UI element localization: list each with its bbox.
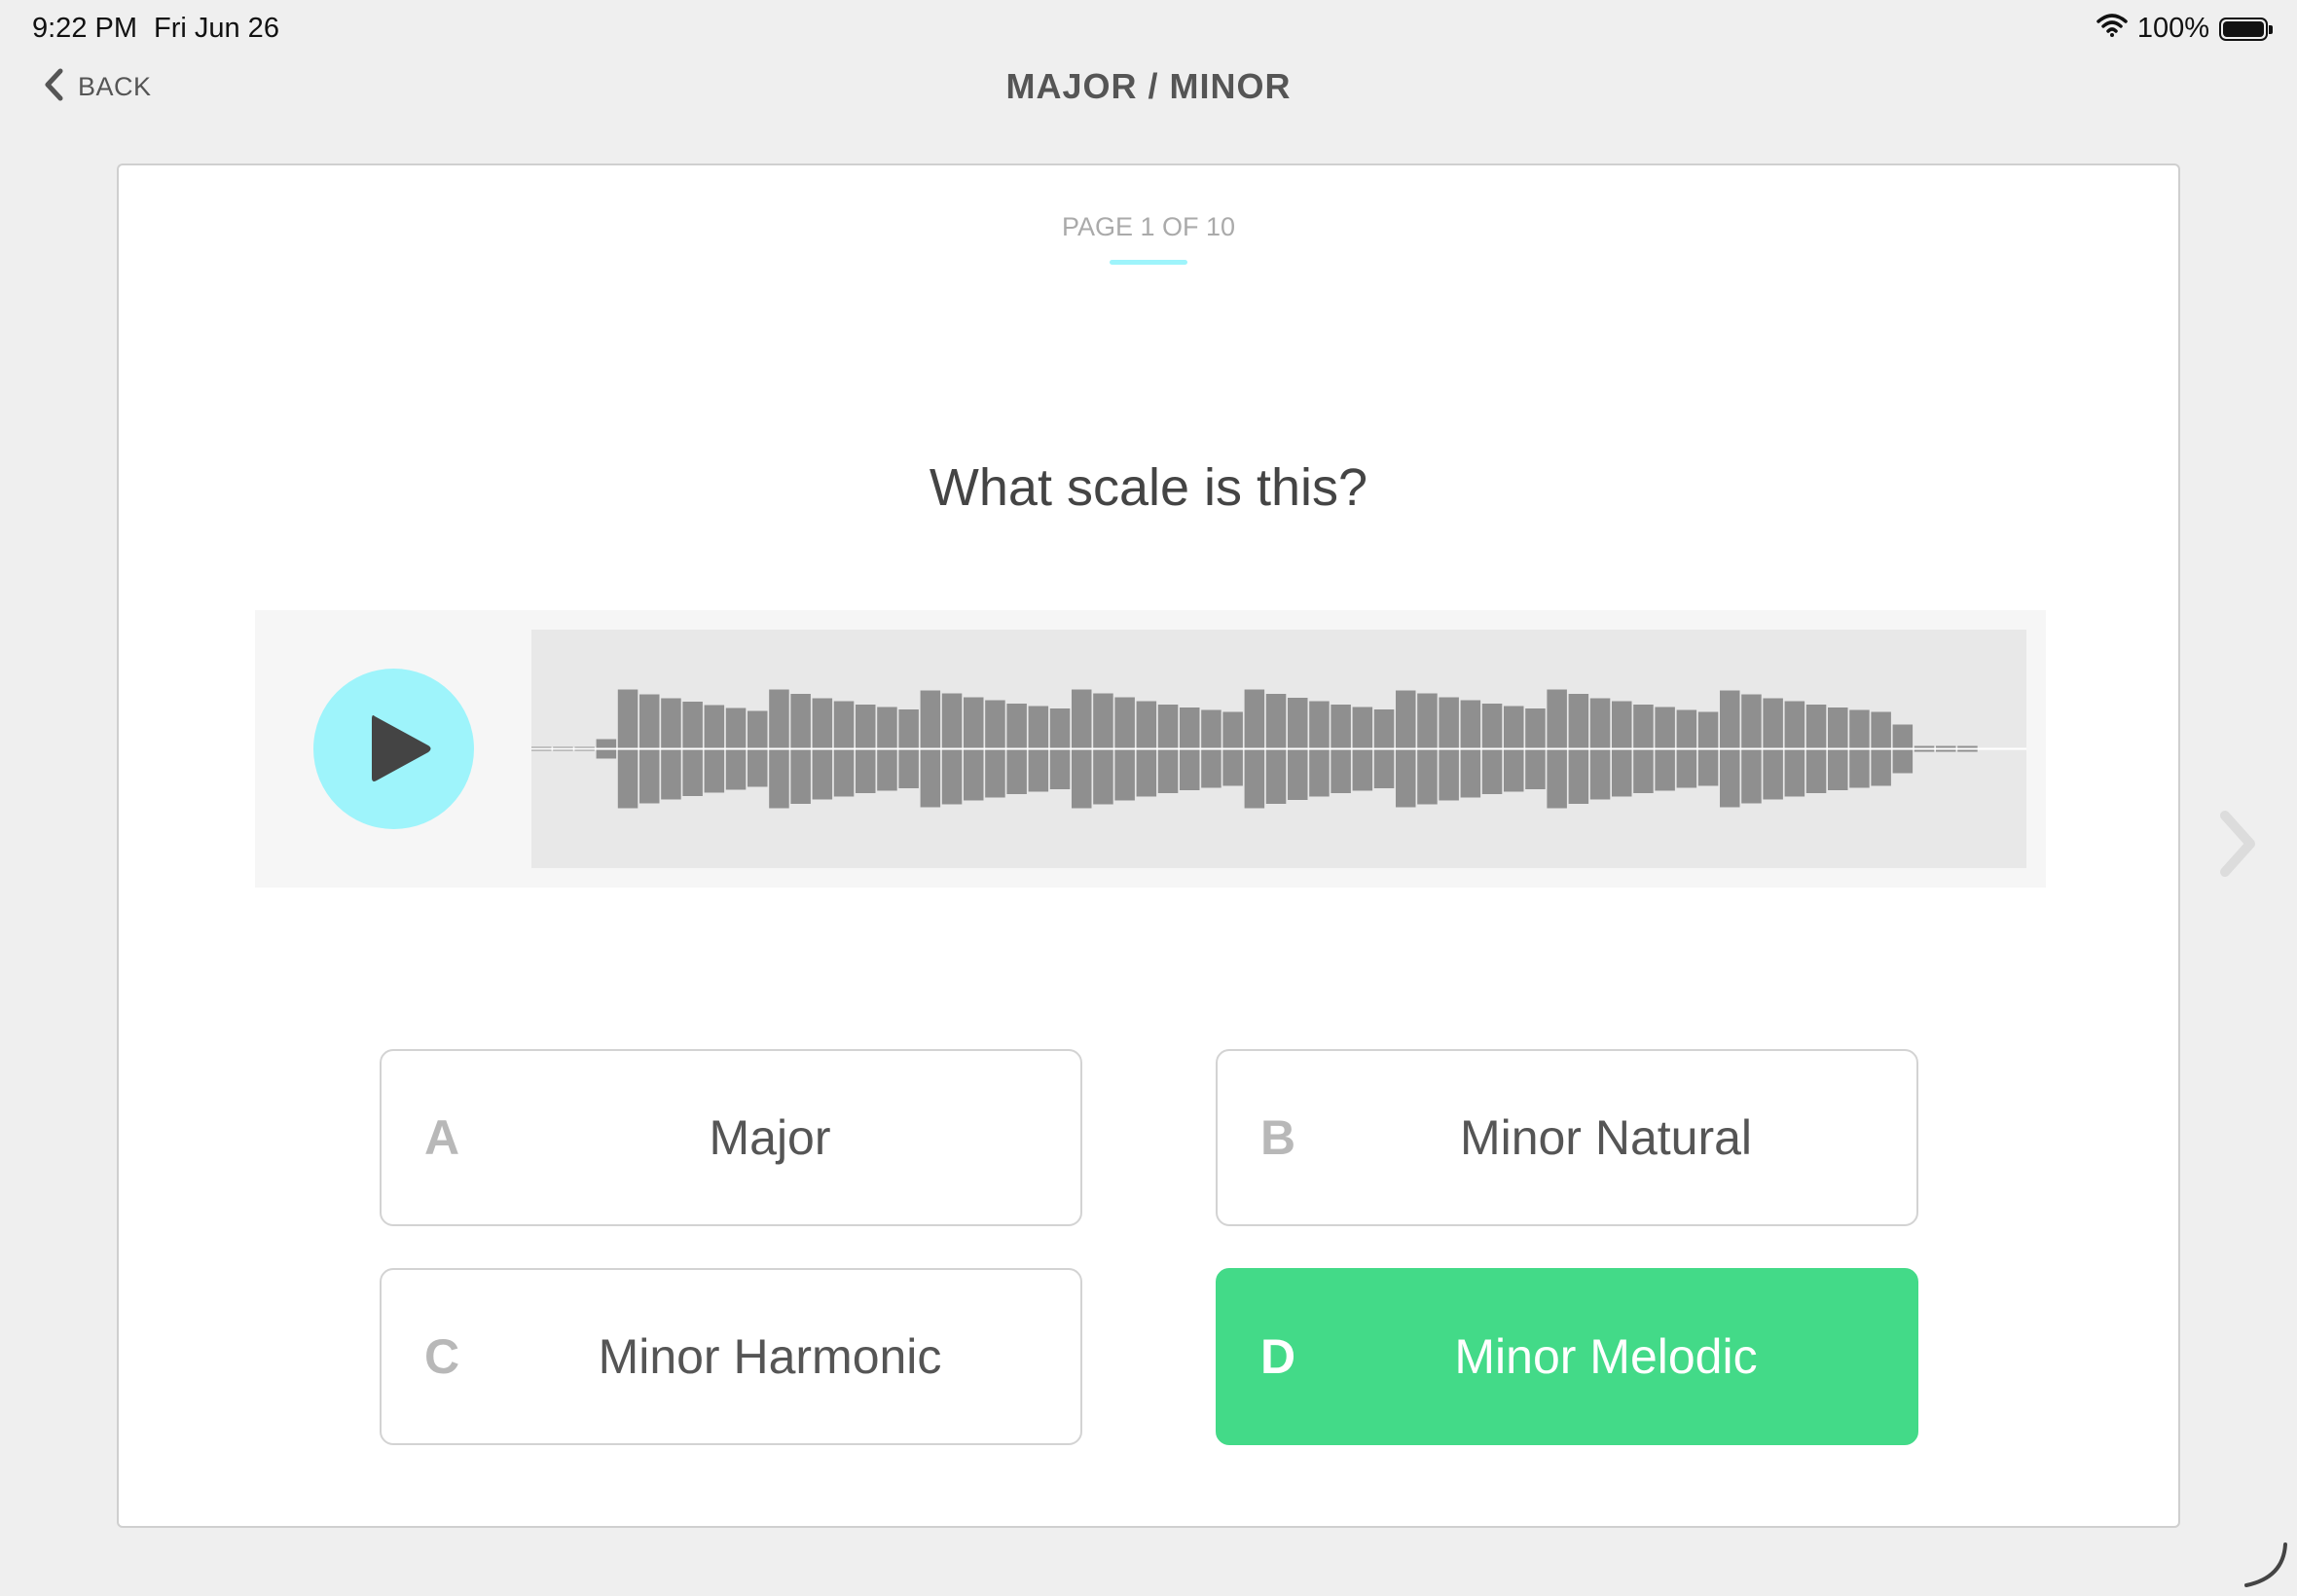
status-indicators: 100% xyxy=(2096,13,2273,45)
page-indicator: PAGE 1 OF 10 xyxy=(1061,212,1236,241)
answer-b-label: Minor Natural xyxy=(1459,1110,1753,1165)
play-icon xyxy=(313,715,474,833)
status-date: Fri Jun 26 xyxy=(154,13,279,44)
answer-c-label: Minor Harmonic xyxy=(598,1329,942,1384)
audio-waveform[interactable] xyxy=(531,630,2026,868)
page-indicator-underline xyxy=(1110,260,1187,265)
answer-a-button[interactable]: A Major xyxy=(380,1049,1082,1226)
answer-d-label: Minor Melodic xyxy=(1454,1329,1758,1384)
quiz-card: PAGE 1 OF 10 What scale is this? A Major… xyxy=(117,163,2180,1528)
page-title: MAJOR / MINOR xyxy=(1005,66,1292,106)
resize-handle-icon xyxy=(2241,1541,2289,1594)
next-page-button[interactable] xyxy=(2217,810,2260,883)
answer-c-button[interactable]: C Minor Harmonic xyxy=(380,1268,1082,1445)
chevron-right-icon xyxy=(2217,811,2260,882)
answer-a-label: Major xyxy=(709,1110,831,1165)
battery-icon xyxy=(2219,17,2273,41)
wifi-icon xyxy=(2096,13,2128,45)
question-text: What scale is this? xyxy=(929,458,1368,517)
answer-d-button[interactable]: D Minor Melodic xyxy=(1216,1268,1918,1445)
audio-player xyxy=(255,610,2046,888)
status-bar: 9:22 PM Fri Jun 26 100% xyxy=(0,0,2297,58)
status-time: 9:22 PM xyxy=(32,13,137,44)
answer-b-button[interactable]: B Minor Natural xyxy=(1216,1049,1918,1226)
play-button[interactable] xyxy=(313,669,474,829)
battery-percent: 100% xyxy=(2136,13,2209,44)
